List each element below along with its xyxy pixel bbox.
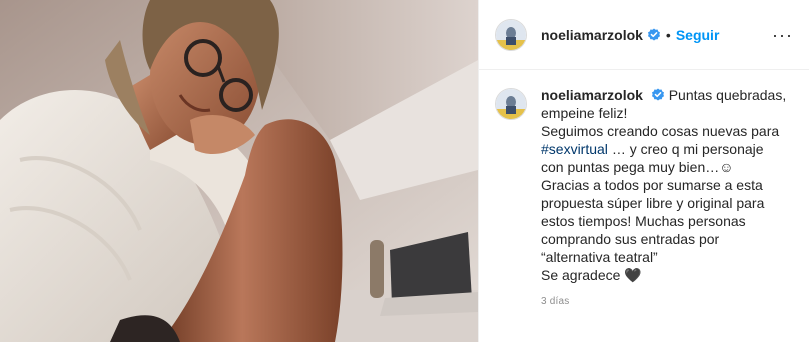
instagram-post: noeliamarzolok • Seguir ··· noeliamarzol…	[0, 0, 809, 342]
caption-line: Se agradece 🖤	[541, 267, 642, 283]
caption-line: propuesta súper libre y original para	[541, 195, 765, 211]
caption-line: Seguimos creando cosas nuevas para	[541, 123, 780, 139]
caption-line: con puntas pega muy bien…☺	[541, 159, 734, 175]
more-options-icon[interactable]: ···	[772, 26, 793, 44]
caption-line: … y creo q mi personaje	[611, 141, 764, 157]
avatar-image	[496, 89, 526, 119]
caption-line: “alternativa teatral”	[541, 249, 658, 265]
verified-badge-icon	[647, 28, 660, 40]
avatar-image	[496, 19, 526, 50]
caption-line: Puntas quebradas,	[668, 87, 787, 103]
verified-badge-icon	[651, 88, 664, 101]
caption-line: empeine feliz!	[541, 105, 628, 121]
header-separator: •	[665, 26, 671, 43]
post-header: noeliamarzolok • Seguir ···	[479, 0, 809, 70]
caption-line: Gracias a todos por sumarse a esta	[541, 177, 763, 193]
caption-line: comprando sus entradas por	[541, 231, 720, 247]
post-photo[interactable]	[0, 0, 478, 342]
follow-button[interactable]: Seguir	[676, 27, 720, 43]
post-timestamp[interactable]: 3 días	[541, 296, 809, 307]
caption-username[interactable]: noeliamarzolok	[541, 87, 643, 103]
caption-section: noeliamarzolok Puntas quebradas, empeine…	[479, 70, 809, 284]
header-username[interactable]: noeliamarzolok	[541, 27, 643, 43]
hashtag-link[interactable]: #sexvirtual	[541, 141, 608, 157]
user-avatar[interactable]	[495, 18, 527, 51]
caption-avatar[interactable]	[495, 88, 527, 120]
caption-line: estos tiempos! Muchas personas	[541, 213, 746, 229]
post-caption: noeliamarzolok Puntas quebradas, empeine…	[541, 86, 791, 284]
post-side-panel: noeliamarzolok • Seguir ··· noeliamarzol…	[478, 0, 809, 342]
photo-illustration	[0, 0, 478, 342]
